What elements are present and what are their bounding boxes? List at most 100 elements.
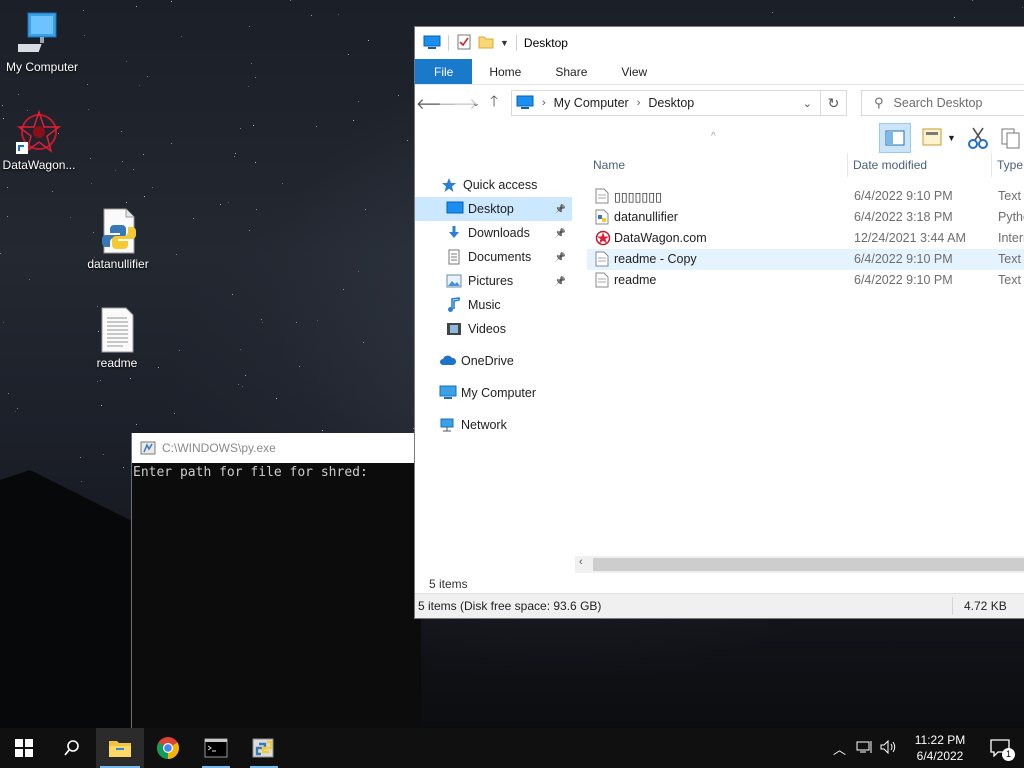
- pin-icon[interactable]: 📌: [555, 228, 566, 239]
- column-date-modified[interactable]: Date modified: [853, 158, 927, 172]
- nav-item-quick-access[interactable]: Quick access: [415, 173, 572, 197]
- nav-item-videos[interactable]: Videos: [415, 317, 572, 341]
- wallpaper-star: [17, 408, 18, 409]
- status-bar: 5 items (Disk free space: 93.6 GB) 4.72 …: [415, 593, 1024, 618]
- file-name: datanullifier: [614, 210, 678, 224]
- pin-icon[interactable]: 📌: [555, 252, 566, 263]
- volume-icon[interactable]: [880, 739, 898, 757]
- nav-item-downloads[interactable]: Downloads 📌: [415, 221, 572, 245]
- wallpaper-star: [52, 191, 53, 192]
- file-row[interactable]: DataWagon.com 12/24/2021 3:44 AM Intern: [587, 228, 1024, 249]
- desktop-icon-datawagon[interactable]: DataWagon...: [0, 108, 81, 173]
- desktop-icon-my-computer[interactable]: My Computer: [0, 10, 84, 75]
- tab-file[interactable]: File: [415, 59, 473, 84]
- tab-view[interactable]: View: [604, 59, 664, 84]
- desktop-folder-icon: [446, 201, 464, 217]
- new-folder-icon[interactable]: [478, 34, 494, 53]
- preview-pane-button[interactable]: [879, 123, 911, 153]
- wallpaper-star: [235, 153, 236, 154]
- file-row[interactable]: readme - Copy 6/4/2022 9:10 PM Text D: [587, 249, 1024, 270]
- file-type: Text D: [998, 189, 1024, 203]
- desktop-icon-datanullifier[interactable]: datanullifier: [76, 207, 160, 272]
- breadcrumb-my-computer[interactable]: My Computer: [554, 96, 629, 110]
- wallpaper-star: [101, 405, 102, 406]
- taskbar-chrome[interactable]: [144, 728, 192, 768]
- nav-item-pictures[interactable]: Pictures 📌: [415, 269, 572, 293]
- wallpaper-star: [240, 349, 241, 350]
- nav-item-label: Music: [468, 298, 501, 312]
- text-file-icon: [595, 272, 609, 291]
- pin-icon[interactable]: 📌: [555, 276, 566, 287]
- terminal-icon: [204, 738, 228, 758]
- column-type[interactable]: Type: [997, 158, 1023, 172]
- file-row[interactable]: readme 6/4/2022 9:10 PM Text D: [587, 270, 1024, 291]
- column-divider[interactable]: [991, 153, 992, 177]
- nav-item-documents[interactable]: Documents 📌: [415, 245, 572, 269]
- taskbar-terminal[interactable]: [192, 728, 240, 768]
- address-row: 🡐 🡒 ⌄ 🡑 › My Computer › Desktop ⌄ ↻ ⚲ Se…: [415, 85, 1024, 121]
- wallpaper-star: [97, 381, 98, 382]
- datawagon-shortcut-icon: [15, 108, 63, 156]
- desktop-icon-label: readme: [96, 356, 138, 370]
- console-title-bar[interactable]: C:\WINDOWS\py.exe: [132, 433, 421, 463]
- explorer-title-bar[interactable]: ▼ Desktop: [415, 27, 1024, 59]
- chevron-up-icon[interactable]: ︿: [833, 739, 846, 758]
- wallpaper-star: [290, 0, 291, 1]
- cut-icon[interactable]: [967, 126, 989, 153]
- nav-item-onedrive[interactable]: OneDrive: [415, 349, 572, 373]
- nav-item-music[interactable]: Music: [415, 293, 572, 317]
- nav-item-label: Documents: [468, 250, 532, 264]
- column-name[interactable]: Name: [593, 158, 625, 172]
- search-button[interactable]: [48, 728, 96, 768]
- nav-item-label: OneDrive: [461, 354, 514, 368]
- wallpaper-star: [338, 14, 339, 15]
- clock[interactable]: 11:22 PM 6/4/2022: [904, 732, 976, 764]
- wallpaper-star: [91, 183, 92, 184]
- network-tray-icon[interactable]: [856, 740, 872, 757]
- wallpaper-star: [228, 202, 229, 203]
- chevron-down-icon[interactable]: ⌄: [803, 97, 812, 110]
- customize-qat-icon[interactable]: ▼: [500, 38, 509, 48]
- wallpaper-star: [193, 218, 194, 219]
- horizontal-scrollbar[interactable]: ‹: [575, 556, 1024, 573]
- search-input[interactable]: ⚲ Search Desktop: [861, 90, 1024, 116]
- refresh-button[interactable]: ↻: [821, 90, 847, 116]
- desktop-icon-readme[interactable]: readme: [75, 306, 159, 371]
- taskbar-file-explorer[interactable]: [96, 728, 144, 768]
- scrollbar-thumb[interactable]: [593, 558, 1024, 571]
- tab-home[interactable]: Home: [472, 59, 538, 84]
- nav-item-desktop[interactable]: Desktop 📌: [415, 197, 572, 221]
- action-center-button[interactable]: 1: [976, 728, 1024, 768]
- breadcrumb-desktop[interactable]: Desktop: [648, 96, 694, 110]
- copy-icon[interactable]: [999, 126, 1023, 153]
- change-view-icon[interactable]: ▼: [921, 125, 957, 154]
- scroll-left-icon[interactable]: ‹: [579, 556, 583, 568]
- wallpaper-star: [348, 54, 349, 55]
- forward-button[interactable]: 🡒: [438, 92, 478, 114]
- address-bar[interactable]: › My Computer › Desktop ⌄: [511, 90, 821, 116]
- pin-icon[interactable]: 📌: [555, 204, 566, 215]
- column-divider[interactable]: [847, 153, 848, 177]
- console-output[interactable]: Enter path for file for shred:: [132, 463, 421, 480]
- nav-item-network[interactable]: Network: [415, 413, 572, 437]
- file-explorer-window[interactable]: ▼ Desktop File Home Share View 🡐 🡒 ⌄ 🡑 ›…: [414, 26, 1024, 619]
- tab-share[interactable]: Share: [538, 59, 604, 84]
- file-row[interactable]: ▯▯▯▯▯▯▯ 6/4/2022 9:10 PM Text D: [587, 186, 1024, 207]
- wallpaper-star: [255, 77, 256, 78]
- svg-text:▼: ▼: [947, 133, 956, 143]
- taskbar-python[interactable]: [240, 728, 288, 768]
- view-toolbar: ▼: [415, 121, 1024, 155]
- start-button[interactable]: [0, 728, 48, 768]
- wallpaper-star: [358, 271, 359, 272]
- nav-item-my-computer[interactable]: My Computer: [415, 381, 572, 405]
- properties-icon[interactable]: [456, 34, 472, 53]
- console-window[interactable]: C:\WINDOWS\py.exe Enter path for file fo…: [131, 433, 421, 728]
- recent-locations-icon[interactable]: ⌄: [469, 92, 483, 114]
- window-title: Desktop: [523, 36, 568, 50]
- up-button[interactable]: 🡑: [483, 92, 505, 114]
- wallpaper-star: [88, 109, 89, 110]
- wallpaper-star: [136, 424, 137, 425]
- wallpaper-star: [122, 161, 123, 162]
- window-computer-icon: [423, 35, 441, 52]
- file-row[interactable]: datanullifier 6/4/2022 3:18 PM Pytho: [587, 207, 1024, 228]
